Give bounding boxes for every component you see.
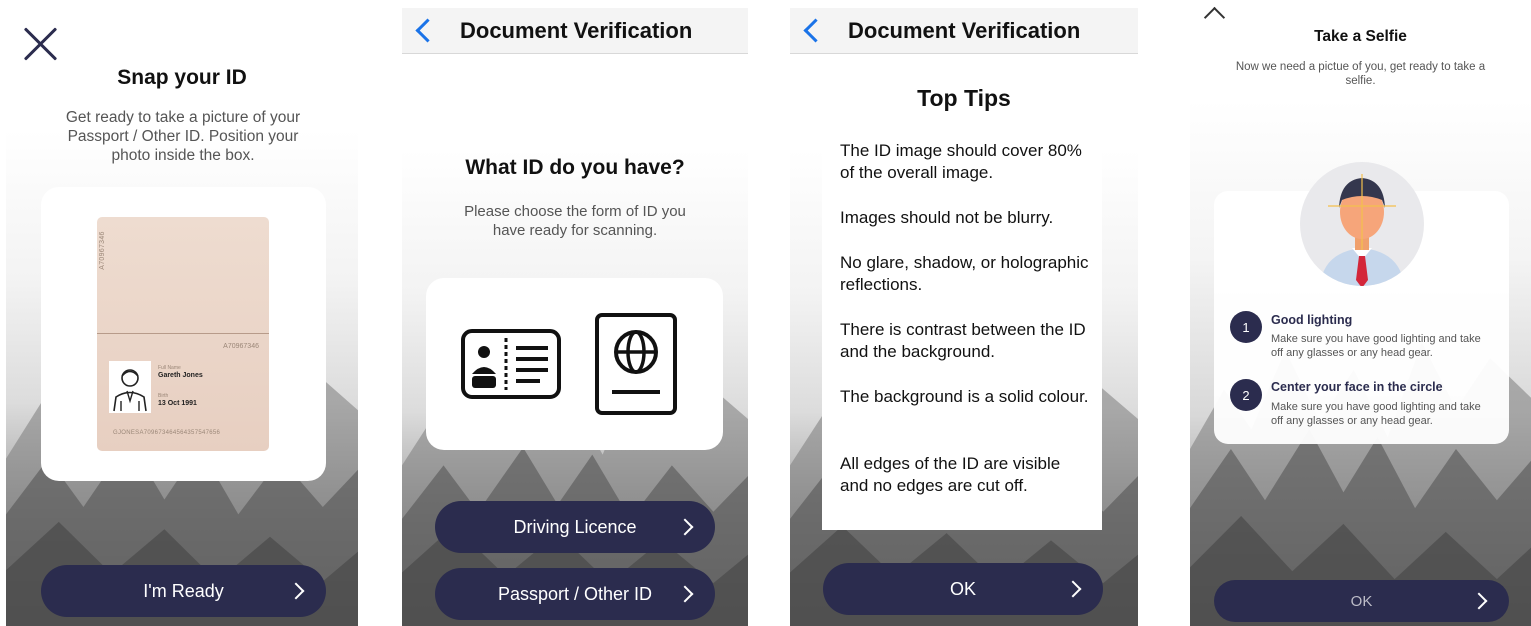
back-chevron-icon[interactable] bbox=[798, 16, 824, 46]
id-types-card bbox=[426, 278, 723, 450]
chevron-right-icon bbox=[677, 515, 697, 539]
nav-title: Document Verification bbox=[848, 18, 1081, 43]
id-question-title: What ID do you have? bbox=[465, 156, 685, 179]
selfie-title: Take a Selfie bbox=[1314, 28, 1407, 45]
step-title: Center your face in the circle bbox=[1271, 380, 1443, 394]
close-icon[interactable] bbox=[22, 26, 58, 62]
top-tips-title: Top Tips bbox=[917, 85, 1011, 111]
chevron-right-icon bbox=[288, 579, 308, 603]
ok-button[interactable]: OK bbox=[1214, 580, 1509, 622]
im-ready-button[interactable]: I'm Ready bbox=[41, 565, 326, 617]
page-subtitle: Get ready to take a picture of your Pass… bbox=[65, 109, 301, 164]
passport-number: A70967346 bbox=[223, 343, 259, 350]
tip-item: The background is a solid colour. bbox=[840, 387, 1089, 406]
full-name-value: Gareth Jones bbox=[158, 372, 203, 379]
back-chevron-icon[interactable] bbox=[410, 16, 436, 46]
page-title: Snap your ID bbox=[117, 66, 247, 89]
tip-item: All edges of the ID are visible and no e… bbox=[840, 454, 1061, 495]
screen-choose-id: Document Verification What ID do you hav… bbox=[402, 0, 748, 626]
step-body: Make sure you have good lighting and tak… bbox=[1271, 333, 1481, 359]
tip-item: No glare, shadow, or holographic reflect… bbox=[840, 253, 1089, 294]
person-photo-icon bbox=[109, 361, 151, 413]
ok-label: OK bbox=[1350, 592, 1373, 610]
passport-illustration: A70967346 A70967346 Full Name Gareth Jon… bbox=[97, 217, 269, 451]
screen-take-selfie: Take a Selfie Now we need a pictue of yo… bbox=[1190, 0, 1531, 626]
birth-value: 13 Oct 1991 bbox=[158, 400, 197, 407]
im-ready-label: I'm Ready bbox=[143, 580, 224, 601]
nav-bar: Document Verification bbox=[402, 8, 748, 54]
chevron-right-icon bbox=[677, 582, 697, 606]
selfie-subtitle: Now we need a pictue of you, get ready t… bbox=[1235, 61, 1486, 87]
passport-other-id-label: Passport / Other ID bbox=[497, 583, 653, 604]
face-avatar-icon bbox=[1300, 162, 1424, 286]
chevron-up-icon[interactable] bbox=[1202, 6, 1226, 22]
tips-card: The ID image should cover 80% of the ove… bbox=[822, 128, 1102, 530]
screen-top-tips: Document Verification Top Tips The ID im… bbox=[790, 0, 1138, 626]
driving-licence-label: Driving Licence bbox=[513, 516, 637, 537]
passport-globe-icon bbox=[595, 313, 677, 415]
step-body: Make sure you have good lighting and tak… bbox=[1271, 401, 1481, 427]
step-number-badge: 1 bbox=[1230, 311, 1262, 343]
passport-number-vertical: A70967346 bbox=[98, 231, 106, 270]
ok-label: OK bbox=[949, 578, 976, 599]
chevron-right-icon bbox=[1471, 589, 1491, 613]
passport-mrz: GJONESA709673464564357547656 bbox=[113, 430, 221, 436]
step-title: Good lighting bbox=[1271, 313, 1353, 327]
driving-licence-button[interactable]: Driving Licence bbox=[435, 501, 715, 553]
tip-item: Images should not be blurry. bbox=[840, 208, 1054, 227]
full-name-label: Full Name bbox=[158, 365, 181, 371]
step-number-badge: 2 bbox=[1230, 379, 1262, 411]
id-question-subtitle: Please choose the form of ID you have re… bbox=[464, 203, 686, 239]
screen-snap-id: Snap your ID Get ready to take a picture… bbox=[6, 0, 358, 626]
id-preview-card: A70967346 A70967346 Full Name Gareth Jon… bbox=[41, 187, 326, 481]
chevron-right-icon bbox=[1065, 577, 1085, 601]
passport-fold bbox=[97, 333, 269, 334]
nav-bar: Document Verification bbox=[790, 8, 1138, 54]
tip-item: There is contrast between the ID and the… bbox=[840, 320, 1086, 361]
passport-other-id-button[interactable]: Passport / Other ID bbox=[435, 568, 715, 620]
nav-title: Document Verification bbox=[460, 18, 693, 43]
driving-licence-icon bbox=[461, 329, 561, 399]
tip-item: The ID image should cover 80% of the ove… bbox=[840, 141, 1082, 182]
ok-button[interactable]: OK bbox=[823, 563, 1103, 615]
birth-label: Birth bbox=[158, 393, 169, 399]
